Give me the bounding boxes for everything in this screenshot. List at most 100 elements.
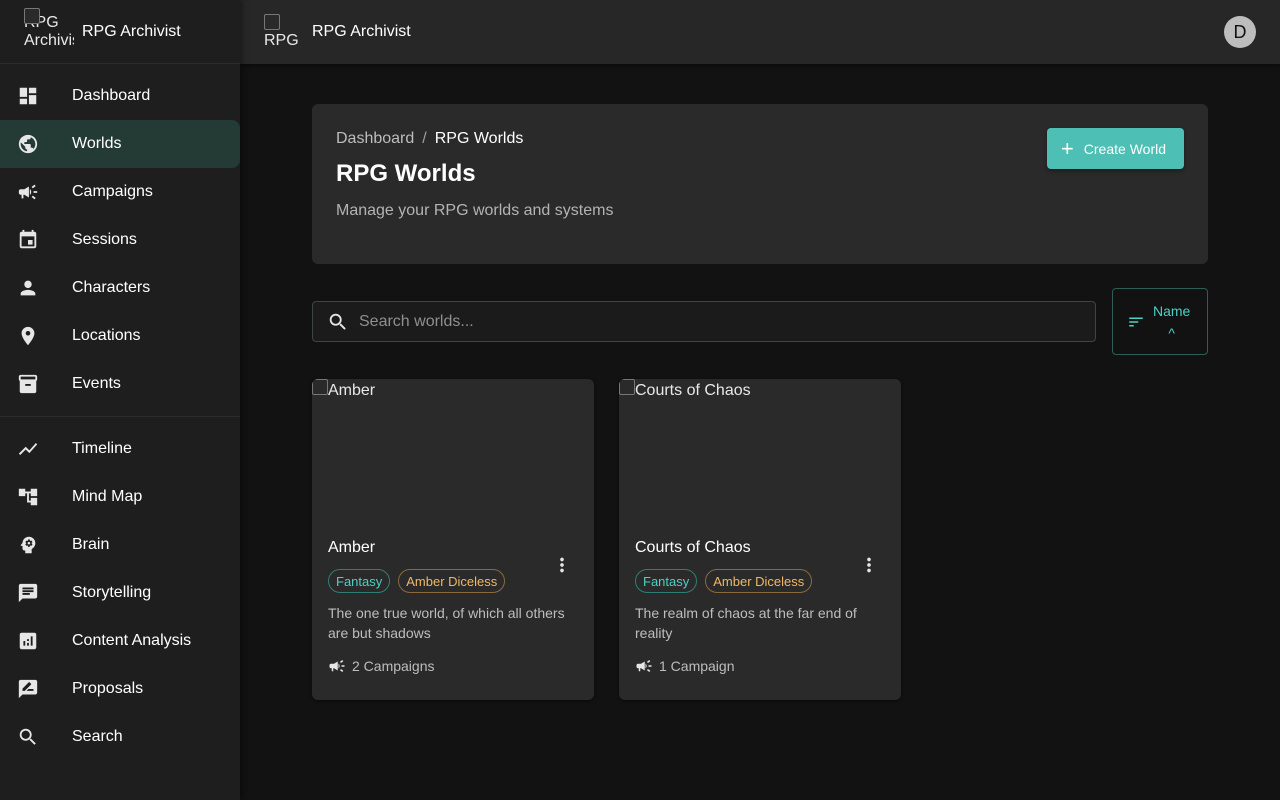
sidebar-item-label: Brain bbox=[72, 536, 110, 553]
sidebar-item-events[interactable]: Events bbox=[0, 360, 240, 408]
world-image-alt: Amber bbox=[328, 382, 376, 399]
sidebar-item-label: Worlds bbox=[72, 135, 122, 152]
sort-icon bbox=[1129, 317, 1143, 326]
system-chip: Amber Diceless bbox=[705, 569, 813, 593]
campaign-count: 2 Campaigns bbox=[328, 657, 435, 675]
sidebar-item-label: Locations bbox=[72, 327, 141, 344]
brand-title: RPG Archivist bbox=[82, 22, 181, 40]
sidebar-brand[interactable]: RPG Archivist RPG Archivist bbox=[0, 0, 240, 64]
sidebar-item-label: Proposals bbox=[72, 680, 144, 697]
campaign-icon bbox=[329, 660, 345, 672]
top-app-bar: RPG Archivist RPG Archivist D bbox=[240, 0, 1280, 64]
campaign-count: 1 Campaign bbox=[635, 657, 735, 675]
archive-icon bbox=[16, 372, 40, 396]
campaign-count-label: 1 Campaign bbox=[659, 658, 735, 674]
search-icon bbox=[329, 313, 346, 330]
more-vert-icon bbox=[560, 557, 564, 573]
sort-text: Name ^ bbox=[1153, 300, 1190, 344]
nav-secondary: Timeline Mind Map Brain Storytelling Con… bbox=[0, 416, 240, 769]
sort-field-label: Name bbox=[1153, 302, 1191, 319]
create-world-button[interactable]: + Create World bbox=[1046, 128, 1184, 169]
sidebar-item-worlds[interactable]: Worlds bbox=[0, 120, 240, 168]
app-title: RPG Archivist bbox=[312, 23, 411, 40]
sidebar-item-label: Dashboard bbox=[72, 87, 151, 104]
plus-icon: + bbox=[1060, 135, 1074, 161]
world-description: The one true world, of which all others … bbox=[328, 605, 565, 641]
psychology-icon bbox=[16, 533, 40, 557]
sidebar-item-label: Events bbox=[72, 375, 121, 392]
breadcrumb-current: RPG Worlds bbox=[434, 130, 524, 147]
sidebar-item-locations[interactable]: Locations bbox=[0, 312, 240, 360]
world-name: Amber bbox=[328, 539, 376, 556]
world-image: Courts of Chaos bbox=[619, 379, 901, 529]
breadcrumb-separator: / bbox=[422, 130, 427, 147]
genre-chip: Fantasy bbox=[328, 569, 391, 593]
account-tree-icon bbox=[16, 485, 40, 509]
sort-direction-indicator: ^ bbox=[1168, 324, 1175, 341]
genre-chip: Fantasy bbox=[635, 569, 698, 593]
search-field bbox=[312, 301, 1096, 342]
world-image: Amber bbox=[312, 379, 594, 529]
broken-image-icon bbox=[264, 14, 280, 30]
app-logo[interactable]: RPG Archivist bbox=[264, 14, 300, 50]
calendar-icon bbox=[16, 228, 40, 252]
sidebar-item-storytelling[interactable]: Storytelling bbox=[0, 569, 240, 617]
sort-button[interactable]: Name ^ bbox=[1112, 288, 1208, 355]
page-header-card: Dashboard / RPG Worlds RPG Worlds Manage… bbox=[312, 104, 1208, 264]
more-vert-icon bbox=[867, 557, 871, 573]
broken-image-icon bbox=[24, 7, 40, 24]
nav-primary: Dashboard Worlds Campaigns Sessions Char… bbox=[0, 64, 240, 416]
world-description: The realm of chaos at the far end of rea… bbox=[635, 605, 857, 641]
sidebar-item-campaigns[interactable]: Campaigns bbox=[0, 168, 240, 216]
sidebar-item-dashboard[interactable]: Dashboard bbox=[0, 72, 240, 120]
world-card[interactable]: Amber Amber Fantasy Amber Diceless The o… bbox=[312, 379, 594, 700]
location-pin-icon bbox=[16, 324, 40, 348]
sidebar-item-content-analysis[interactable]: Content Analysis bbox=[0, 617, 240, 665]
sidebar-item-timeline[interactable]: Timeline bbox=[0, 425, 240, 473]
user-avatar[interactable]: D bbox=[1224, 16, 1256, 48]
search-worlds-input[interactable] bbox=[359, 312, 1059, 331]
analytics-icon bbox=[16, 629, 40, 653]
sidebar-item-characters[interactable]: Characters bbox=[0, 264, 240, 312]
timeline-icon bbox=[16, 437, 40, 461]
brand-logo: RPG Archivist bbox=[24, 7, 74, 56]
broken-image-icon bbox=[312, 379, 328, 395]
sidebar-item-brain[interactable]: Brain bbox=[0, 521, 240, 569]
sidebar-item-label: Timeline bbox=[72, 440, 132, 457]
app-logo-alt: RPG Archivist bbox=[264, 32, 299, 49]
world-image-alt: Courts of Chaos bbox=[635, 382, 751, 399]
world-name: Courts of Chaos bbox=[635, 539, 751, 556]
chat-icon bbox=[16, 581, 40, 605]
world-card[interactable]: Courts of Chaos Courts of Chaos Fantasy … bbox=[619, 379, 901, 700]
campaign-count-label: 2 Campaigns bbox=[352, 658, 435, 674]
page-subtitle: Manage your RPG worlds and systems bbox=[336, 202, 614, 219]
more-options-button[interactable] bbox=[855, 551, 883, 579]
campaign-icon bbox=[16, 180, 40, 204]
system-chip: Amber Diceless bbox=[398, 569, 506, 593]
sidebar-item-label: Search bbox=[72, 728, 123, 745]
rate-review-icon bbox=[16, 677, 40, 701]
world-tags: Fantasy Amber Diceless bbox=[328, 569, 578, 593]
globe-icon bbox=[16, 132, 40, 156]
sidebar-item-sessions[interactable]: Sessions bbox=[0, 216, 240, 264]
world-card-body: Courts of Chaos Fantasy Amber Diceless T… bbox=[619, 539, 901, 643]
sidebar-item-search[interactable]: Search bbox=[0, 713, 240, 761]
sidebar-item-label: Content Analysis bbox=[72, 632, 192, 649]
world-card-body: Amber Fantasy Amber Diceless The one tru… bbox=[312, 539, 594, 643]
sidebar-item-label: Characters bbox=[72, 279, 151, 296]
sidebar-item-label: Campaigns bbox=[72, 183, 153, 200]
create-world-label: Create World bbox=[1083, 140, 1166, 157]
campaign-icon bbox=[636, 660, 652, 672]
person-icon bbox=[16, 276, 40, 300]
broken-image-icon bbox=[619, 379, 635, 395]
world-tags: Fantasy Amber Diceless bbox=[635, 569, 885, 593]
breadcrumb-dashboard-link[interactable]: Dashboard bbox=[336, 130, 414, 148]
sidebar-item-label: Mind Map bbox=[72, 488, 143, 505]
sidebar-item-label: Storytelling bbox=[72, 584, 152, 601]
sidebar-item-proposals[interactable]: Proposals bbox=[0, 665, 240, 713]
sidebar-item-mind-map[interactable]: Mind Map bbox=[0, 473, 240, 521]
sidebar-item-label: Sessions bbox=[72, 231, 137, 248]
sidebar: RPG Archivist RPG Archivist Dashboard Wo… bbox=[0, 0, 240, 800]
search-icon bbox=[16, 725, 40, 749]
more-options-button[interactable] bbox=[548, 551, 576, 579]
